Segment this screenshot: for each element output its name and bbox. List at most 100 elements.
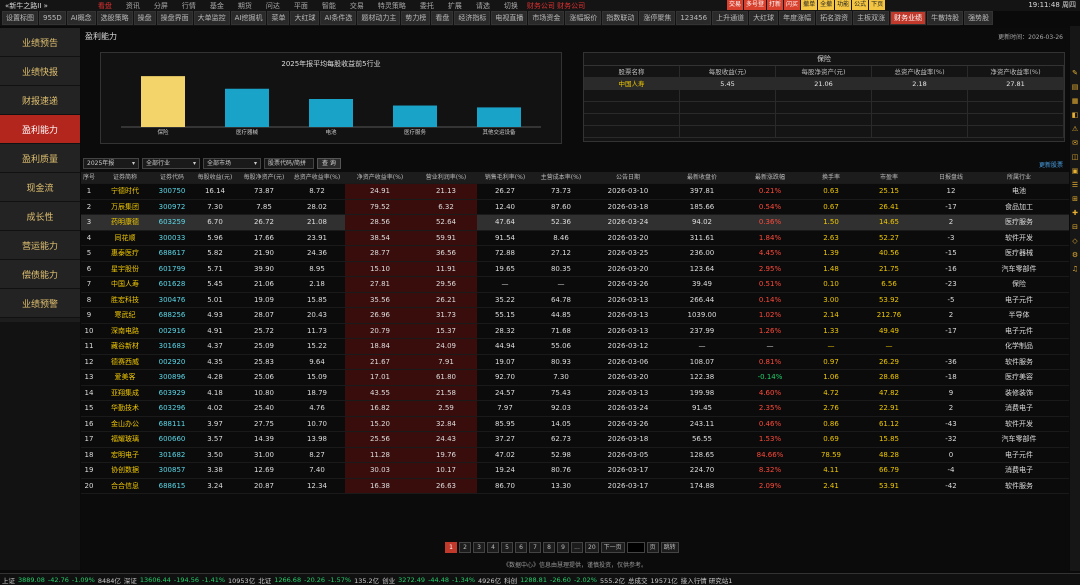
tool-button[interactable]: 交易 (727, 0, 744, 10)
page-input[interactable] (626, 542, 645, 553)
menu-item[interactable]: 基金 (205, 1, 229, 11)
tab-item[interactable]: 123456 (676, 11, 712, 25)
sidebar-item[interactable]: 现金流 (0, 173, 80, 202)
table-row[interactable]: 12 德赛西威 002920 4.35 25.83 9.64 21.67 7.91 19.07 8… (81, 354, 1069, 370)
tab-item[interactable]: 大红球 (749, 11, 779, 25)
table-row[interactable]: 4 同花顺 300033 5.96 17.66 23.91 38.54 59.91 91.54 8… (81, 230, 1069, 246)
tab-item[interactable]: 指数联动 (602, 11, 639, 25)
update-stocks-link[interactable]: 更新股票 (1039, 160, 1063, 169)
tab-item[interactable]: AI概念 (66, 11, 96, 25)
page-button[interactable]: 8 (543, 542, 555, 553)
tool-button[interactable]: 全撤 (818, 0, 835, 10)
tab-item[interactable]: 选股策略 (96, 11, 133, 25)
tool-icon[interactable]: ✎ (1070, 66, 1080, 80)
page-button[interactable]: 5 (501, 542, 513, 553)
sidebar-item[interactable]: 成长性 (0, 202, 80, 231)
sidebar-item[interactable]: 财报速递 (0, 86, 80, 115)
table-row[interactable]: 9 寒武纪 688256 4.93 28.07 20.43 26.96 31.73 55.15 4… (81, 308, 1069, 324)
column-header[interactable]: 市盈率 (859, 172, 919, 183)
tool-icon[interactable]: ✉ (1070, 136, 1080, 150)
tool-icon[interactable]: ♫ (1070, 262, 1080, 276)
menu-item[interactable]: 交易 (345, 1, 369, 11)
industry-detail-row[interactable]: 中国人寿 5.45 21.06 2.18 27.81 (584, 78, 1064, 90)
column-header[interactable]: 每股净资产(元) (239, 172, 289, 183)
page-button[interactable]: 20 (585, 542, 599, 553)
tab-item[interactable]: 大单监控 (193, 11, 230, 25)
sidebar-item[interactable]: 盈利能力 (0, 115, 80, 144)
tab-item[interactable]: 操盘界面 (156, 11, 193, 25)
tab-item[interactable]: 菜单 (267, 11, 290, 25)
table-row[interactable]: 10 深南电路 002916 4.91 25.72 11.73 20.79 15.37 28.3… (81, 323, 1069, 339)
column-header[interactable]: 主营成本率(%) (533, 172, 589, 183)
menu-item[interactable]: 请选 (471, 1, 495, 11)
table-row[interactable]: 13 爱美客 300896 4.28 25.06 15.09 17.01 61.80 92.70… (81, 370, 1069, 386)
table-row[interactable]: 19 协创数据 300857 3.38 12.69 7.40 30.03 10.17 19.24… (81, 463, 1069, 479)
tool-icon[interactable]: ▦ (1070, 94, 1080, 108)
table-row[interactable]: 1 宁德时代 300750 16.14 73.87 8.72 24.91 21.13 26.27… (81, 184, 1069, 200)
table-row[interactable]: 18 宏明电子 301682 3.50 31.00 8.27 11.28 19.76 47.02… (81, 447, 1069, 463)
sidebar-item[interactable]: 盈利质量 (0, 144, 80, 173)
sidebar-item[interactable]: 业绩快报 (0, 57, 80, 86)
tab-item[interactable]: 拓名游资 (816, 11, 853, 25)
tab-item[interactable]: 经济指标 (454, 11, 491, 25)
menu-item[interactable]: 分屏 (149, 1, 173, 11)
tab-item[interactable]: 大红球 (290, 11, 320, 25)
sidebar-item[interactable]: 业绩预警 (0, 289, 80, 318)
menu-item[interactable]: 智能 (317, 1, 341, 11)
page-button[interactable]: 1 (445, 542, 457, 553)
bar-其他交运设备[interactable] (477, 107, 521, 127)
menu-item[interactable]: 资讯 (121, 1, 145, 11)
tab-item[interactable]: 涨停聚焦 (639, 11, 676, 25)
next-page-button[interactable]: 下一页 (600, 542, 625, 553)
tab-item[interactable]: 强势股 (964, 11, 994, 25)
menu-item[interactable]: 期货 (233, 1, 257, 11)
tab-item[interactable]: 955D (39, 11, 66, 25)
column-header[interactable]: 总资产收益率(%) (289, 172, 345, 183)
column-header[interactable]: 序号 (81, 172, 97, 183)
column-header[interactable]: 最新涨跌幅 (737, 172, 803, 183)
year-select[interactable]: 2025年报 ▾ (83, 158, 139, 169)
tool-button[interactable]: 功能 (835, 0, 852, 10)
menu-item[interactable]: 平面 (289, 1, 313, 11)
sidebar-item[interactable]: 业绩预告 (0, 28, 80, 57)
tool-icon[interactable]: ▣ (1070, 164, 1080, 178)
bar-医疗服务[interactable] (393, 105, 437, 127)
column-header[interactable]: 销售毛利率(%) (477, 172, 533, 183)
table-row[interactable]: 20 合合信息 688615 3.24 20.87 12.34 16.38 26.63 86.7… (81, 478, 1069, 494)
sidebar-item[interactable]: 营运能力 (0, 231, 80, 260)
market-select[interactable]: 全部市场 ▾ (203, 158, 261, 169)
menu-item[interactable]: 看盘 (93, 1, 117, 11)
tool-icon[interactable]: ⊟ (1070, 220, 1080, 234)
column-header[interactable]: 公告日期 (589, 172, 667, 183)
column-header[interactable]: 换手率 (803, 172, 859, 183)
query-button[interactable]: 查 询 (317, 158, 341, 169)
tab-item[interactable]: 上升通道 (712, 11, 749, 25)
tool-button[interactable]: 闪买 (784, 0, 801, 10)
page-button[interactable]: 4 (487, 542, 499, 553)
tab-item[interactable]: 主板双涨 (853, 11, 890, 25)
column-header[interactable]: 证券代码 (153, 172, 191, 183)
menu-item[interactable]: 委托 (415, 1, 439, 11)
column-header[interactable]: 所属行业 (983, 172, 1055, 183)
bar-保险[interactable] (141, 76, 185, 127)
bar-医疗器械[interactable] (225, 88, 269, 127)
page-button[interactable]: 2 (459, 542, 471, 553)
menu-item[interactable]: 问达 (261, 1, 285, 11)
column-header[interactable]: 净资产收益率(%) (345, 172, 415, 183)
tab-item[interactable]: 题材动力主 (357, 11, 401, 25)
tab-item[interactable]: AI挖掘机 (230, 11, 267, 25)
tool-button[interactable]: 多号登 (744, 0, 767, 10)
table-row[interactable]: 6 星宇股份 601799 5.71 39.90 8.95 15.10 11.91 19.65 8… (81, 261, 1069, 277)
tool-icon[interactable]: ⚠ (1070, 122, 1080, 136)
tab-item[interactable]: 牛散持股 (927, 11, 964, 25)
tool-button[interactable]: 打新 (767, 0, 784, 10)
table-row[interactable]: 11 藏谷新材 301683 4.37 25.09 15.22 18.84 24.09 44.9… (81, 339, 1069, 355)
menu-item[interactable]: 扩展 (443, 1, 467, 11)
tool-icon[interactable]: ◫ (1070, 150, 1080, 164)
column-header[interactable]: 日报盘线 (919, 172, 983, 183)
tool-icon[interactable]: ✚ (1070, 206, 1080, 220)
table-row[interactable]: 7 中国人寿 601628 5.45 21.06 2.18 27.81 29.56 — — 2026… (81, 277, 1069, 293)
tool-button[interactable]: 公式 (852, 0, 869, 10)
tab-item[interactable]: 市场资金 (528, 11, 565, 25)
table-row[interactable]: 3 药明康德 603259 6.70 26.72 21.08 28.56 52.64 47.64… (81, 215, 1069, 231)
